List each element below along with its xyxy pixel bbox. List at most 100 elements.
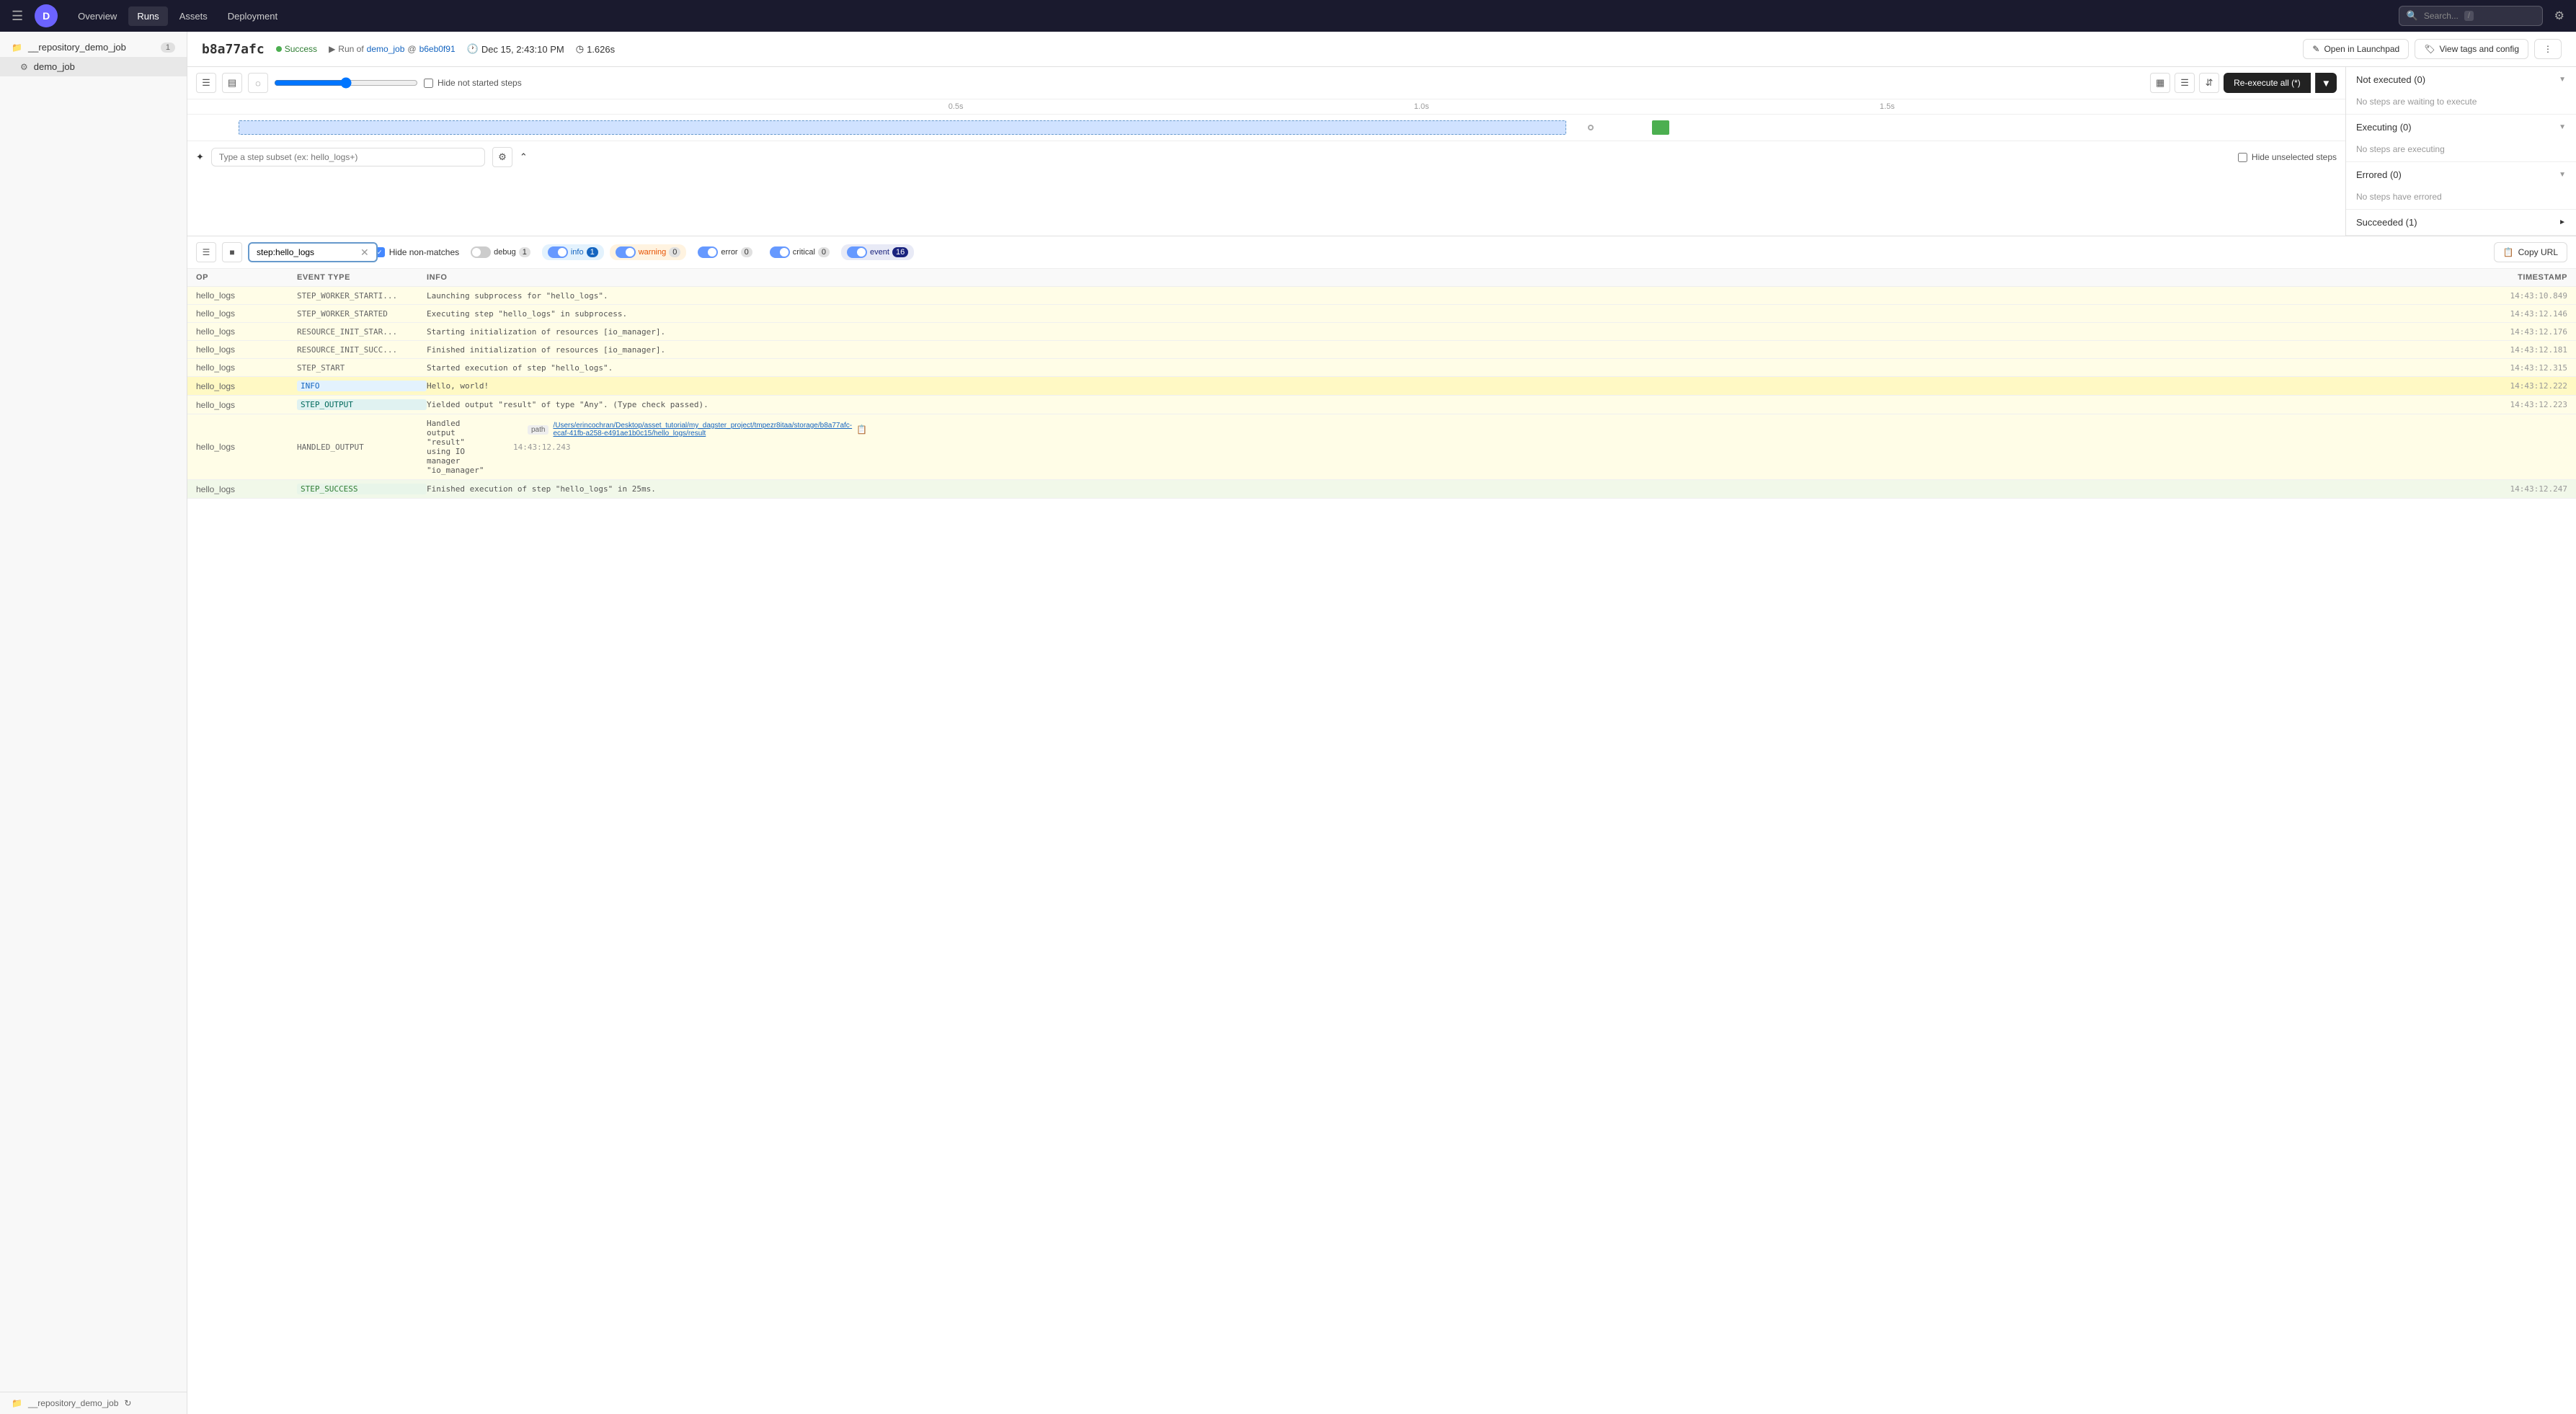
table-row: hello_logs HANDLED_OUTPUT Handled output… [187,414,2576,480]
open-launchpad-button[interactable]: ✎ Open in Launchpad [2303,39,2409,59]
critical-count: 0 [818,247,830,257]
tick-1: 1.0s [1414,102,1880,111]
sidebar-item-job[interactable]: ⚙ demo_job [0,57,187,76]
row-timestamp: 14:43:12.223 [2481,400,2567,409]
status-executing-header[interactable]: Executing (0) ▼ [2346,115,2576,140]
gantt-bar-area [196,120,2337,135]
more-options-button[interactable]: ⋮ [2534,39,2562,59]
run-commit[interactable]: b6eb0f91 [419,44,456,54]
gantt-row[interactable] [187,115,2345,141]
sidebar-repo-label: __repository_demo_job [28,42,155,53]
hamburger-icon[interactable]: ☰ [12,9,23,24]
tree-view-button[interactable]: ▤ [222,73,242,93]
log-structured-view-btn[interactable]: ■ [222,242,242,262]
view-tags-button[interactable]: 🏷 View tags and config [2415,39,2528,59]
copy-url-button[interactable]: 📋 Copy URL [2494,242,2567,262]
log-level-event: event 16 [841,244,914,260]
clock-view-button[interactable]: ◌ [248,73,268,93]
info-toggle[interactable] [548,246,568,258]
row-event-type: RESOURCE_INIT_STAR... [297,327,427,337]
gantt-view-button[interactable]: ☰ [196,73,216,93]
row-event-type: STEP_START [297,363,427,373]
path-copy-icon[interactable]: 📋 [856,424,867,435]
row-timestamp: 14:43:12.181 [2481,345,2567,355]
status-label: Success [285,44,317,54]
errored-chevron: ▼ [2559,171,2566,179]
list-icon-btn[interactable]: ☰ [2175,73,2195,93]
run-of-job[interactable]: demo_job [367,44,405,54]
info-label: info [571,248,584,257]
run-header: b8a77afc Success ▶ Run of demo_job @ b6e… [187,32,2576,67]
logs-table: OP EVENT TYPE INFO TIMESTAMP hello_logs … [187,269,2576,1414]
debug-toggle[interactable] [471,246,491,258]
nav-overview[interactable]: Overview [69,6,125,26]
succeeded-chevron: ► [2559,218,2566,226]
run-header-actions: ✎ Open in Launchpad 🏷 View tags and conf… [2303,39,2562,59]
timeline-zoom-slider[interactable] [274,77,418,89]
row-op: hello_logs [196,308,297,319]
hide-not-started-checkbox[interactable] [424,79,433,88]
settings-icon[interactable]: ⚙ [2554,9,2564,23]
sidebar-item-repository[interactable]: 📁 __repository_demo_job 1 [0,37,187,57]
log-level-error: error 0 [692,244,758,260]
row-timestamp: 14:43:12.222 [2481,381,2567,391]
table-row: hello_logs STEP_OUTPUT Yielded output "r… [187,396,2576,414]
reexecute-more-button[interactable]: ▼ [2315,73,2337,93]
nav-assets[interactable]: Assets [171,6,216,26]
hide-not-started-label[interactable]: Hide not started steps [424,78,522,88]
step-filter-settings-btn[interactable]: ⚙ [492,147,512,167]
executing-empty: No steps are executing [2346,140,2576,161]
logs-table-header: OP EVENT TYPE INFO TIMESTAMP [187,269,2576,287]
nav-runs[interactable]: Runs [128,6,167,26]
event-toggle[interactable] [847,246,867,258]
hide-non-matches-label[interactable]: ✓ Hide non-matches [375,247,459,257]
status-not-executed-header[interactable]: Not executed (0) ▼ [2346,67,2576,92]
gantt-dot [1588,125,1594,130]
col-op: OP [196,273,297,282]
warning-toggle[interactable] [616,246,636,258]
row-event-type: STEP_WORKER_STARTI... [297,291,427,301]
row-event-type: INFO [297,381,427,391]
not-executed-chevron: ▼ [2559,76,2566,84]
sidebar-repo-badge: 1 [161,43,175,53]
log-list-view-btn[interactable]: ☰ [196,242,216,262]
clock-icon: 🕐 [467,43,479,55]
error-toggle[interactable] [698,246,718,258]
search-bar[interactable]: 🔍 Search... / [2399,6,2543,26]
table-row: hello_logs STEP_WORKER_STARTI... Launchi… [187,287,2576,305]
step-filter-chevron[interactable]: ⌃ [520,151,528,163]
run-date: Dec 15, 2:43:10 PM [481,44,564,55]
run-duration: 1.626s [587,44,615,55]
logs-area: ☰ ■ ✕ ✓ Hide non-matches debug 1 [187,236,2576,1414]
table-row: hello_logs INFO Hello, world! 14:43:12.2… [187,377,2576,396]
logo: D [35,4,58,27]
log-level-info: info 1 [542,244,604,260]
status-errored-header[interactable]: Errored (0) ▼ [2346,162,2576,187]
nav-deployment[interactable]: Deployment [219,6,286,26]
log-filter-input[interactable] [248,242,378,262]
nav-links: Overview Runs Assets Deployment [69,6,286,26]
refresh-icon[interactable]: ↻ [124,1398,131,1408]
run-icon: ▶ [329,44,335,54]
row-timestamp: 14:43:12.146 [2481,309,2567,319]
timer-icon: ◷ [576,43,584,55]
table-row: hello_logs STEP_WORKER_STARTED Executing… [187,305,2576,323]
sort-icon-btn[interactable]: ⇵ [2199,73,2219,93]
run-id: b8a77afc [202,42,265,57]
step-filter-input[interactable] [211,148,485,166]
hide-unselected-checkbox[interactable] [2238,153,2247,162]
filter-clear-button[interactable]: ✕ [360,246,369,259]
warning-label: warning [639,248,667,257]
debug-label: debug [494,248,516,257]
log-level-warning: warning 0 [610,244,687,260]
row-info: Starting initialization of resources [io… [427,327,2481,337]
path-value[interactable]: /Users/erincochran/Desktop/asset_tutoria… [553,422,852,437]
status-succeeded-header[interactable]: Succeeded (1) ► [2346,210,2576,235]
hide-unselected-label[interactable]: Hide unselected steps [2238,152,2337,162]
row-info: Handled output "result" using IO manager… [427,419,484,475]
critical-toggle[interactable] [770,246,790,258]
filter-icon-btn[interactable]: ▦ [2150,73,2170,93]
run-duration-meta: ◷ 1.626s [576,43,615,55]
row-event-type: RESOURCE_INIT_SUCC... [297,345,427,355]
reexecute-button[interactable]: Re-execute all (*) [2224,73,2311,93]
